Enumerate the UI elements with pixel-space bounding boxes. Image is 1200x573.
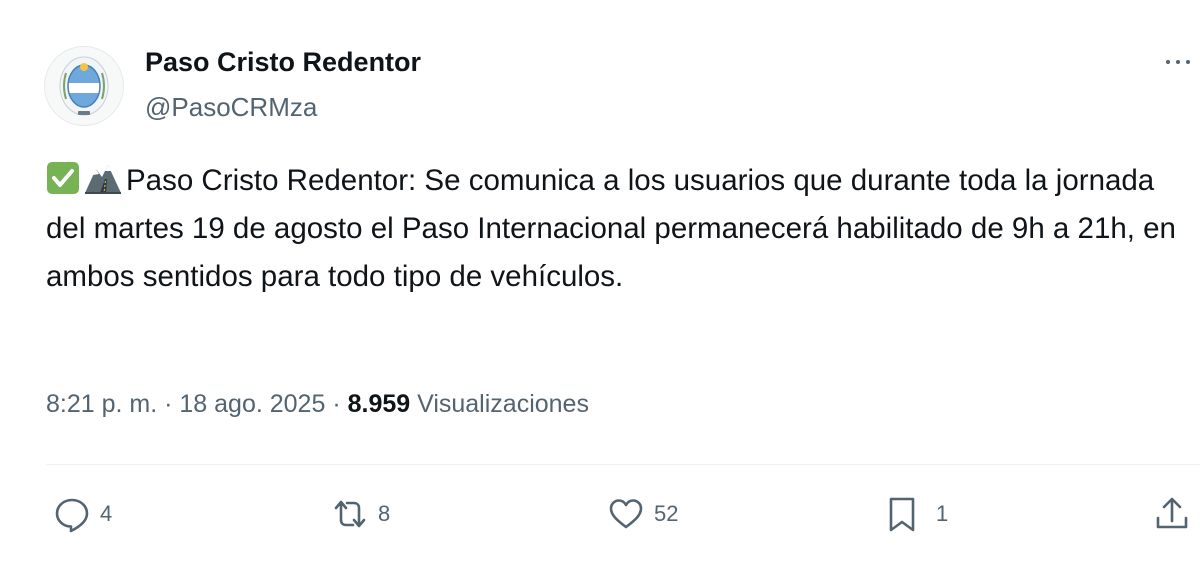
tweet-card: Paso Cristo Redentor @PasoCRMza Paso Cri… [0, 0, 1200, 573]
repost-icon [334, 500, 366, 528]
more-dot-icon [1166, 60, 1170, 64]
divider [46, 464, 1200, 465]
views-label: Visualizaciones [410, 390, 589, 418]
check-mark-button-icon [47, 162, 79, 194]
repost-count: 8 [378, 501, 391, 526]
bookmark-count: 1 [936, 501, 949, 526]
tweet-text: Paso Cristo Redentor: Se comunica a los … [46, 157, 1186, 301]
author-name[interactable]: Paso Cristo Redentor [145, 47, 421, 78]
avatar[interactable] [44, 46, 124, 126]
meta-separator: · [325, 390, 348, 418]
author-handle[interactable]: @PasoCRMza [145, 92, 317, 123]
more-options-button[interactable] [1166, 52, 1200, 72]
like-button[interactable]: 52 [606, 494, 678, 534]
more-dot-icon [1186, 60, 1190, 64]
more-dot-icon [1176, 60, 1180, 64]
mountain-road-icon [85, 165, 121, 194]
tweet-date[interactable]: 18 ago. 2025 [179, 390, 325, 418]
like-count: 52 [654, 501, 679, 526]
repost-button[interactable]: 8 [330, 494, 390, 534]
bookmark-icon [889, 497, 915, 532]
tweet-body-text: Paso Cristo Redentor: Se comunica a los … [46, 164, 1176, 293]
share-button[interactable] [1152, 494, 1192, 534]
tweet-meta: 8:21 p. m. · 18 ago. 2025 · 8.959 Visual… [46, 390, 589, 419]
tweet-time[interactable]: 8:21 p. m. [46, 390, 157, 418]
reply-count: 4 [100, 501, 113, 526]
share-icon [1156, 497, 1188, 529]
reply-button[interactable]: 4 [52, 494, 112, 534]
bookmark-button[interactable]: 1 [882, 494, 948, 534]
meta-separator: · [157, 390, 180, 418]
views-count: 8.959 [347, 390, 411, 418]
reply-icon [55, 498, 89, 533]
heart-icon [609, 499, 643, 529]
provincial-seal-icon [59, 56, 109, 116]
